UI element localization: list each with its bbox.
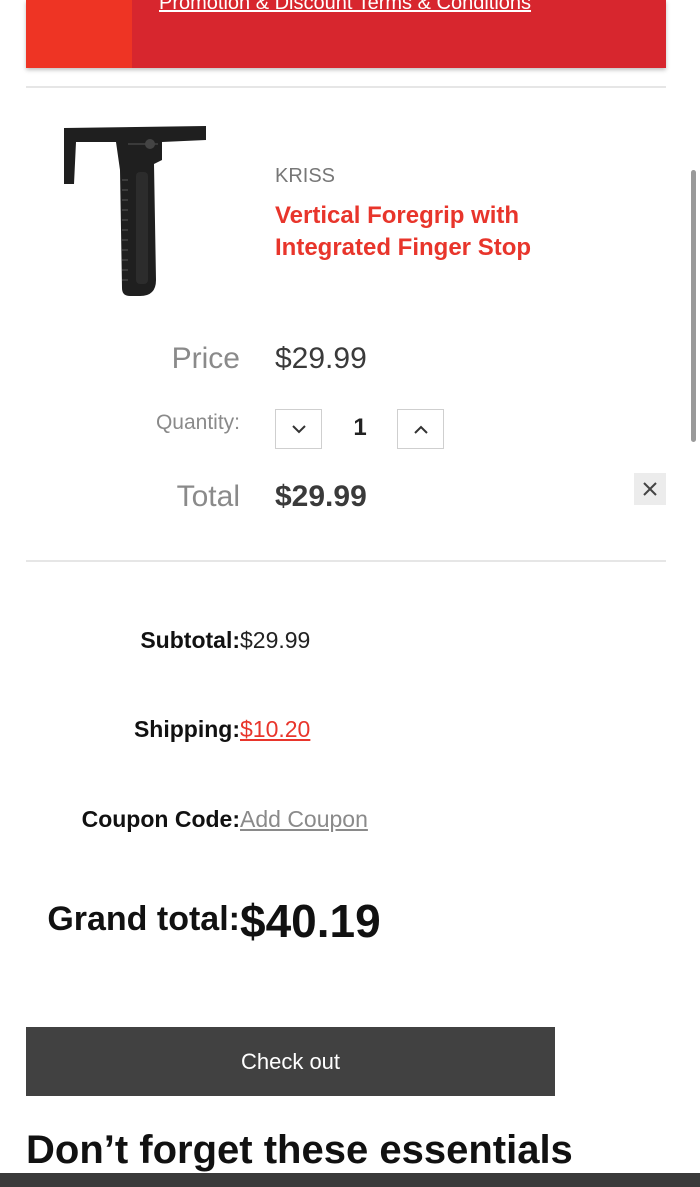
- subtotal-label: Subtotal:: [140, 627, 240, 653]
- scrollbar-thumb[interactable]: [691, 170, 696, 442]
- checkout-button[interactable]: Check out: [26, 1027, 555, 1096]
- grand-total-label: Grand total:: [47, 900, 240, 938]
- checkout-button-label: Check out: [240, 1048, 341, 1074]
- bottom-bar: [0, 1173, 700, 1187]
- close-icon: [643, 482, 657, 496]
- cart-page: Promotion & Discount Terms & Conditions: [0, 0, 700, 1187]
- product-image[interactable]: [58, 120, 210, 300]
- divider: [26, 86, 666, 88]
- essentials-heading: Don’t forget these essentials: [26, 1128, 573, 1172]
- price-label: Price: [171, 342, 240, 375]
- product-title-link[interactable]: Vertical Foregrip with Integrated Finger…: [275, 200, 605, 264]
- quantity-value[interactable]: 1: [340, 414, 380, 442]
- product-brand: KRISS: [275, 165, 336, 187]
- promo-banner: Promotion & Discount Terms & Conditions: [26, 0, 666, 68]
- add-coupon-link[interactable]: Add Coupon: [240, 806, 368, 833]
- quantity-label: Quantity:: [155, 411, 240, 434]
- promo-accent: [26, 0, 132, 68]
- promo-terms-link[interactable]: Promotion & Discount Terms & Conditions: [159, 0, 531, 15]
- quantity-increase-button[interactable]: [397, 409, 444, 449]
- foregrip-image: [64, 126, 206, 296]
- shipping-value-link[interactable]: $10.20: [240, 716, 310, 743]
- shipping-label: Shipping:: [133, 716, 240, 742]
- subtotal-value: $29.99: [240, 627, 311, 653]
- remove-item-button[interactable]: [634, 473, 666, 505]
- chevron-up-icon: [413, 425, 428, 434]
- total-label: Total: [176, 480, 240, 513]
- grand-total-value: $40.19: [240, 895, 381, 947]
- chevron-down-icon: [291, 424, 306, 433]
- divider: [26, 560, 666, 562]
- total-value: $29.99: [275, 480, 367, 513]
- price-value: $29.99: [275, 342, 367, 375]
- coupon-label: Coupon Code:: [81, 806, 240, 832]
- quantity-decrease-button[interactable]: [275, 409, 322, 449]
